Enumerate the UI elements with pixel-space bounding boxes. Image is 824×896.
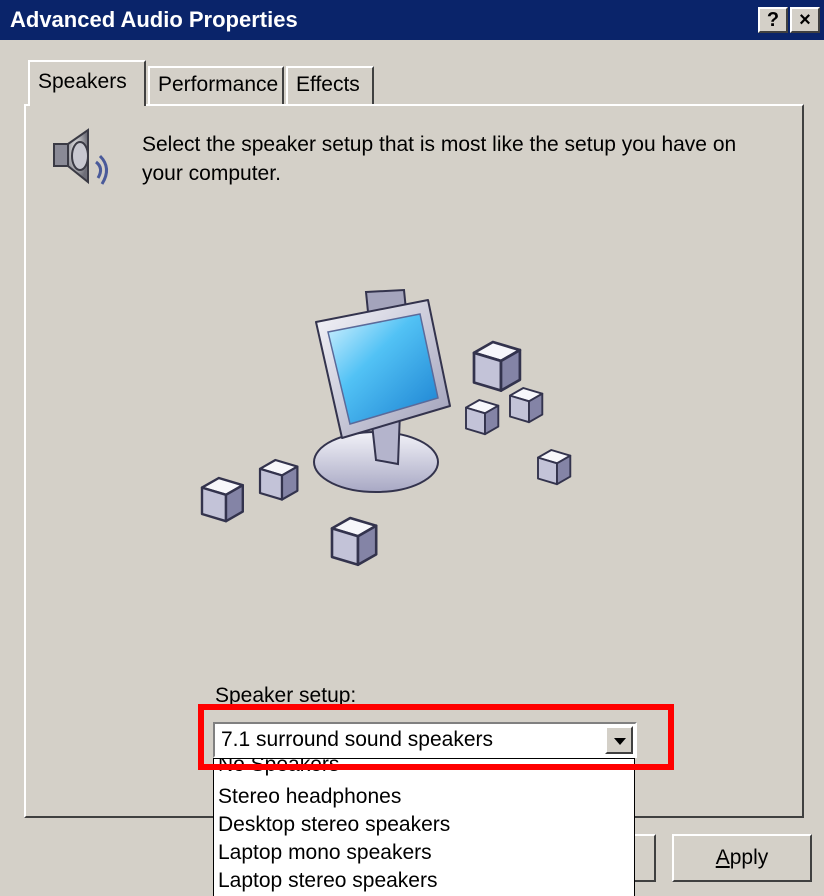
highlight-annotation — [198, 704, 674, 770]
advanced-audio-properties-dialog: Advanced Audio Properties ? × Speakers P… — [0, 0, 824, 896]
instruction-text: Select the speaker setup that is most li… — [142, 133, 737, 185]
tab-effects[interactable]: Effects — [286, 66, 374, 104]
apply-mnemonic: A — [715, 846, 730, 869]
dropdown-option-laptop-stereo-speakers[interactable]: Laptop stereo speakers — [214, 867, 634, 895]
tab-speakers[interactable]: Speakers — [28, 60, 146, 106]
tab-performance[interactable]: Performance — [148, 66, 284, 104]
apply-button[interactable]: Apply — [672, 834, 812, 882]
dropdown-option-stereo-headphones[interactable]: Stereo headphones — [214, 783, 634, 811]
apply-label: pply — [729, 846, 769, 869]
dropdown-option-laptop-mono-speakers[interactable]: Laptop mono speakers — [214, 839, 634, 867]
speaker-icon — [53, 128, 108, 185]
help-button[interactable]: ? — [758, 7, 788, 33]
close-button[interactable]: × — [790, 7, 820, 33]
window-title: Advanced Audio Properties — [10, 7, 298, 32]
speaker-setup-dropdown-list[interactable]: No Speakers Stereo headphones Desktop st… — [213, 758, 635, 896]
dropdown-option-desktop-stereo-speakers[interactable]: Desktop stereo speakers — [214, 811, 634, 839]
surround-speaker-diagram-icon — [200, 288, 572, 567]
title-bar[interactable]: Advanced Audio Properties ? × — [0, 0, 824, 40]
